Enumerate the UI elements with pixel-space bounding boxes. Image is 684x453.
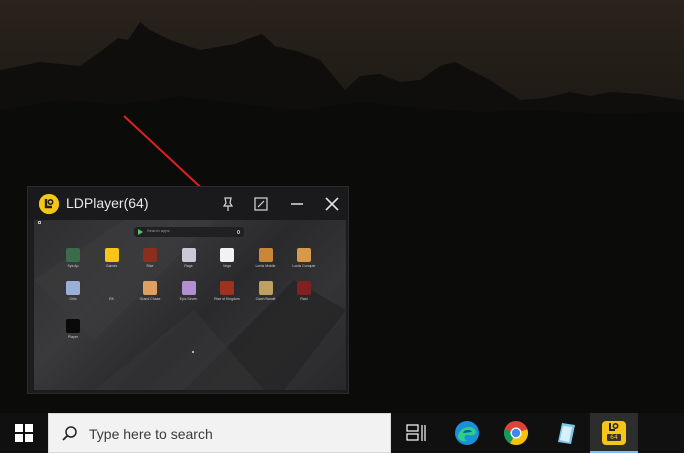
app-shortcut[interactable]: Epic Seven: [174, 281, 204, 321]
pin-button[interactable]: [217, 193, 239, 215]
chrome-button[interactable]: [492, 413, 540, 453]
app-label: Rise of Kingdom: [214, 297, 240, 301]
emulator-search-placeholder: Search apps: [147, 228, 170, 233]
task-view-icon: [406, 424, 426, 441]
app-label: Lords Mobile: [255, 264, 276, 268]
search-icon: [62, 426, 77, 441]
app-icon: [143, 281, 157, 295]
app-label: Sys Ap: [67, 264, 79, 268]
ldplayer-icon: 64: [602, 421, 626, 445]
app-icon: [181, 281, 196, 295]
app-label: Raid: [300, 297, 308, 301]
app-label: RK: [109, 297, 114, 301]
app-icon: [66, 319, 80, 333]
ldplayer-badge: 64: [607, 434, 621, 441]
app-shortcut[interactable]: Rise of Kingdom: [212, 281, 242, 321]
taskbar-search-input[interactable]: Type here to search: [48, 413, 391, 453]
app-icon: [220, 281, 234, 295]
app-label: Lords Conquer: [292, 264, 316, 268]
app-shortcut[interactable]: Clash Bandit: [251, 281, 281, 321]
app-label: Rage: [184, 264, 193, 268]
ldplayer-window[interactable]: LDPlayer(64) Search apps Sys Ap Games Ri…: [27, 186, 349, 394]
app-label: Epic Seven: [179, 297, 198, 301]
app-icon: [220, 248, 234, 262]
taskbar: Type here to search 64: [0, 413, 684, 453]
resize-button[interactable]: [250, 193, 272, 215]
edge-icon: [455, 421, 479, 445]
app-label: Player: [68, 335, 78, 339]
page-indicator: [192, 351, 194, 353]
play-store-icon: [138, 229, 143, 235]
app-label: Games: [105, 264, 118, 268]
app-icon: [104, 248, 119, 262]
app-icon: [66, 248, 80, 262]
app-icon: [297, 248, 311, 262]
app-shortcut[interactable]: Grand Chase: [135, 281, 165, 321]
app-shortcut[interactable]: Raid: [289, 281, 319, 321]
ldplayer-logo-icon: [39, 194, 59, 214]
app-shortcut[interactable]: RK: [97, 281, 127, 321]
search-placeholder: Type here to search: [89, 426, 213, 442]
pin-icon: [222, 197, 234, 211]
emulator-screen[interactable]: Search apps Sys Ap Games Rise Rage Vega Lords…: [34, 220, 346, 390]
app-icon: [104, 281, 119, 295]
app-shortcut[interactable]: Girls: [58, 281, 88, 321]
app-label: Rise: [146, 264, 154, 268]
app-icon: [258, 281, 273, 295]
window-title: LDPlayer(64): [66, 195, 149, 211]
edge-button[interactable]: [443, 413, 491, 453]
windows-icon: [15, 424, 33, 442]
minimize-icon: [291, 203, 303, 205]
close-icon: [325, 197, 339, 211]
app-icon: [181, 248, 196, 262]
app-label: Grand Chase: [139, 297, 161, 301]
resize-icon: [254, 197, 268, 211]
app-label: Girls: [69, 297, 77, 301]
app-label: Clash Bandit: [255, 297, 276, 301]
start-button[interactable]: [0, 413, 48, 453]
app-icon: [66, 281, 80, 295]
mic-icon: [237, 230, 240, 234]
app-shortcut[interactable]: Player: [58, 319, 88, 359]
task-view-button[interactable]: [392, 413, 440, 453]
window-titlebar[interactable]: LDPlayer(64): [28, 187, 348, 220]
app-icon: [143, 248, 157, 262]
app-icon: [258, 248, 273, 262]
emulator-status-icon: [38, 221, 41, 224]
ldplayer-taskbar-button[interactable]: 64: [590, 413, 638, 453]
notes-icon: [558, 423, 575, 444]
app-label: Vega: [223, 264, 231, 268]
app-icon: [297, 281, 311, 295]
chrome-icon: [504, 421, 528, 445]
emulator-search-bar[interactable]: Search apps: [134, 227, 244, 237]
notes-button[interactable]: [541, 413, 589, 453]
close-button[interactable]: [321, 193, 343, 215]
minimize-button[interactable]: [286, 193, 308, 215]
